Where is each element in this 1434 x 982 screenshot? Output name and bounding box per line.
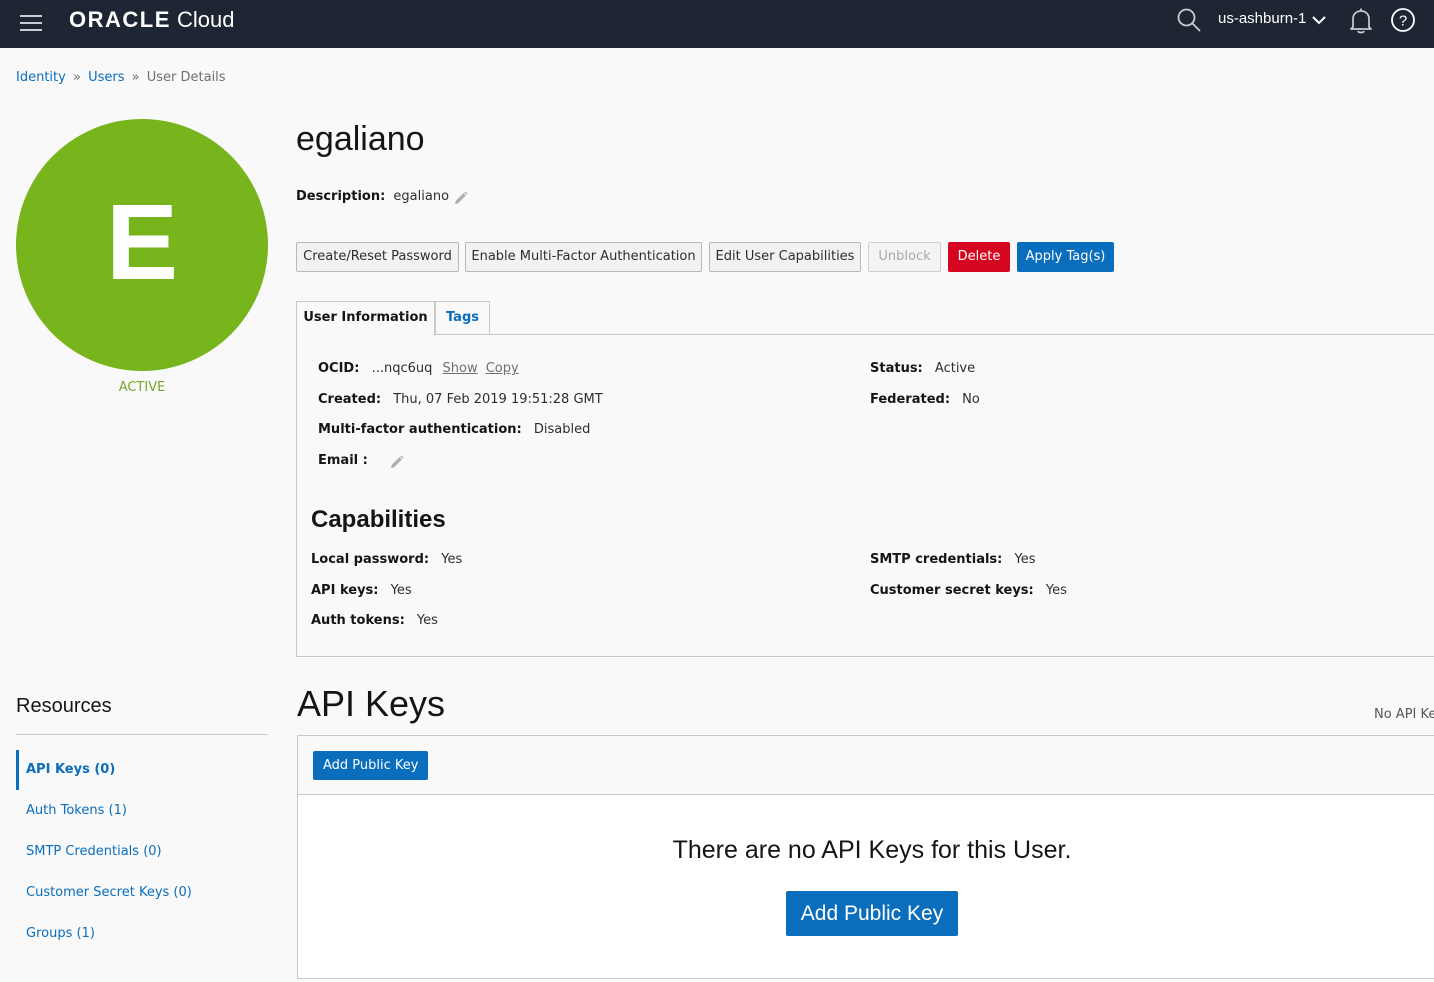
customer-secret-capability-label: Customer secret keys: (870, 583, 1034, 598)
auth-tokens-capability-label: Auth tokens: (311, 613, 405, 628)
auth-tokens-capability-row: Auth tokens: Yes (311, 613, 438, 628)
empty-state-add-public-key-button[interactable]: Add Public Key (786, 891, 958, 936)
user-information-panel (296, 334, 1434, 657)
add-public-key-button[interactable]: Add Public Key (313, 751, 429, 780)
ocid-value: ...nqc6uq (371, 361, 433, 376)
unblock-button[interactable]: Unblock (868, 242, 941, 272)
federated-label: Federated: (870, 392, 951, 407)
ocid-row: OCID: ...nqc6uq Show Copy (318, 361, 519, 376)
mfa-row: Multi-factor authentication: Disabled (318, 422, 590, 437)
chevron-down-icon[interactable] (1311, 14, 1327, 26)
edit-user-capabilities-button[interactable]: Edit User Capabilities (709, 242, 861, 272)
top-navigation-bar: ORACLE Cloud us-ashburn-1 ? (0, 0, 1434, 48)
api-keys-table: Add Public Key There are no API Keys for… (297, 735, 1434, 979)
email-row: Email : (318, 453, 376, 468)
edit-email-pencil-icon[interactable] (388, 454, 405, 471)
description-value: egaliano (393, 189, 450, 204)
help-icon[interactable]: ? (1390, 7, 1416, 33)
resource-smtp-credentials[interactable]: SMTP Credentials (0) (16, 832, 268, 872)
created-value: Thu, 07 Feb 2019 19:51:28 GMT (393, 392, 603, 407)
breadcrumb-separator: » (131, 70, 140, 85)
breadcrumb-users[interactable]: Users (88, 70, 124, 85)
api-keys-capability-row: API keys: Yes (311, 583, 412, 598)
enable-mfa-button[interactable]: Enable Multi-Factor Authentication (465, 242, 702, 272)
api-keys-capability-label: API keys: (311, 583, 379, 598)
description-row: Description: egaliano (296, 189, 449, 204)
email-label: Email : (318, 453, 368, 468)
customer-secret-capability-value: Yes (1045, 583, 1067, 598)
resource-auth-tokens[interactable]: Auth Tokens (1) (16, 791, 268, 831)
page-title: egaliano (296, 120, 425, 158)
breadcrumb-identity[interactable]: Identity (16, 70, 66, 85)
ocid-show-link[interactable]: Show (443, 361, 478, 376)
federated-value: No (962, 392, 980, 407)
resources-divider (16, 734, 268, 735)
local-password-value: Yes (441, 552, 463, 567)
delete-button[interactable]: Delete (948, 242, 1010, 272)
mfa-label: Multi-factor authentication: (318, 422, 522, 437)
status-row: Status: Active (870, 361, 975, 376)
bell-icon[interactable] (1348, 7, 1374, 35)
ocid-copy-link[interactable]: Copy (486, 361, 519, 376)
tab-user-information[interactable]: User Information (296, 301, 435, 336)
breadcrumb-separator: » (72, 70, 81, 85)
svg-text:?: ? (1399, 13, 1407, 30)
api-keys-toolbar: Add Public Key (298, 736, 1434, 795)
region-label: us-ashburn-1 (1218, 10, 1307, 27)
created-label: Created: (318, 392, 382, 407)
smtp-capability-row: SMTP credentials: Yes (870, 552, 1036, 567)
product-name: Cloud (177, 7, 235, 32)
ocid-label: OCID: (318, 361, 360, 376)
oracle-cloud-logo[interactable]: ORACLE Cloud (69, 7, 235, 33)
auth-tokens-capability-value: Yes (416, 613, 438, 628)
federated-row: Federated: No (870, 392, 980, 407)
resources-heading: Resources (16, 695, 112, 717)
search-icon[interactable] (1176, 7, 1202, 33)
mfa-value: Disabled (533, 422, 591, 437)
description-label: Description: (296, 189, 386, 204)
hamburger-menu-icon[interactable] (20, 12, 44, 32)
breadcrumb-current: User Details (146, 70, 226, 85)
tab-tags[interactable]: Tags (435, 301, 490, 335)
apply-tags-button[interactable]: Apply Tag(s) (1017, 242, 1114, 272)
smtp-capability-value: Yes (1014, 552, 1036, 567)
status-value: Active (934, 361, 976, 376)
created-row: Created: Thu, 07 Feb 2019 19:51:28 GMT (318, 392, 603, 407)
api-keys-capability-value: Yes (390, 583, 412, 598)
local-password-row: Local password: Yes (311, 552, 462, 567)
user-status-label: ACTIVE (118, 380, 166, 395)
api-keys-side-text: No API Ke (1374, 707, 1434, 722)
breadcrumb: Identity » Users » User Details (16, 70, 226, 85)
smtp-capability-label: SMTP credentials: (870, 552, 1003, 567)
customer-secret-capability-row: Customer secret keys: Yes (870, 583, 1067, 598)
resource-groups[interactable]: Groups (1) (16, 914, 268, 954)
api-keys-heading: API Keys (297, 683, 446, 724)
brand-name: ORACLE (69, 7, 171, 32)
local-password-label: Local password: (311, 552, 430, 567)
capabilities-heading: Capabilities (311, 506, 446, 533)
edit-description-pencil-icon[interactable] (452, 190, 469, 207)
resource-customer-secret-keys[interactable]: Customer Secret Keys (0) (16, 873, 268, 913)
create-reset-password-button[interactable]: Create/Reset Password (296, 242, 459, 272)
status-label: Status: (870, 361, 923, 376)
region-selector[interactable]: us-ashburn-1 (1218, 10, 1306, 27)
resource-api-keys[interactable]: API Keys (0) (16, 750, 268, 790)
avatar: E (16, 119, 268, 371)
avatar-initial: E (105, 181, 179, 302)
empty-state-message: There are no API Keys for this User. (672, 836, 1072, 864)
